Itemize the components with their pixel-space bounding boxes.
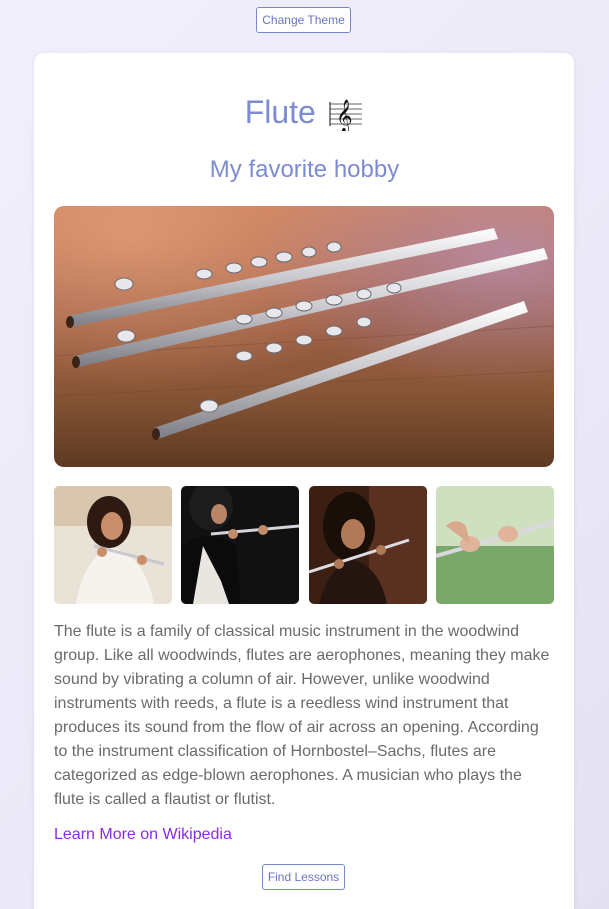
gallery-image-3 [309, 486, 427, 604]
find-lessons-button[interactable]: Find Lessons [262, 864, 345, 890]
title-row: Flute 𝄞 [0, 94, 609, 134]
svg-text:𝄞: 𝄞 [336, 99, 353, 131]
gallery-image-1 [54, 486, 172, 604]
page-title: Flute [244, 94, 316, 130]
change-theme-button[interactable]: Change Theme [256, 7, 351, 33]
flute-description: The flute is a family of classical music… [54, 623, 550, 808]
treble-clef-staff-icon: 𝄞 [328, 94, 365, 131]
flute-hero-image [54, 206, 554, 467]
wikipedia-link[interactable]: Learn More on Wikipedia [54, 826, 232, 844]
page-subtitle: My favorite hobby [209, 156, 400, 183]
gallery-image-4 [436, 486, 554, 604]
gallery-image-2 [181, 486, 299, 604]
